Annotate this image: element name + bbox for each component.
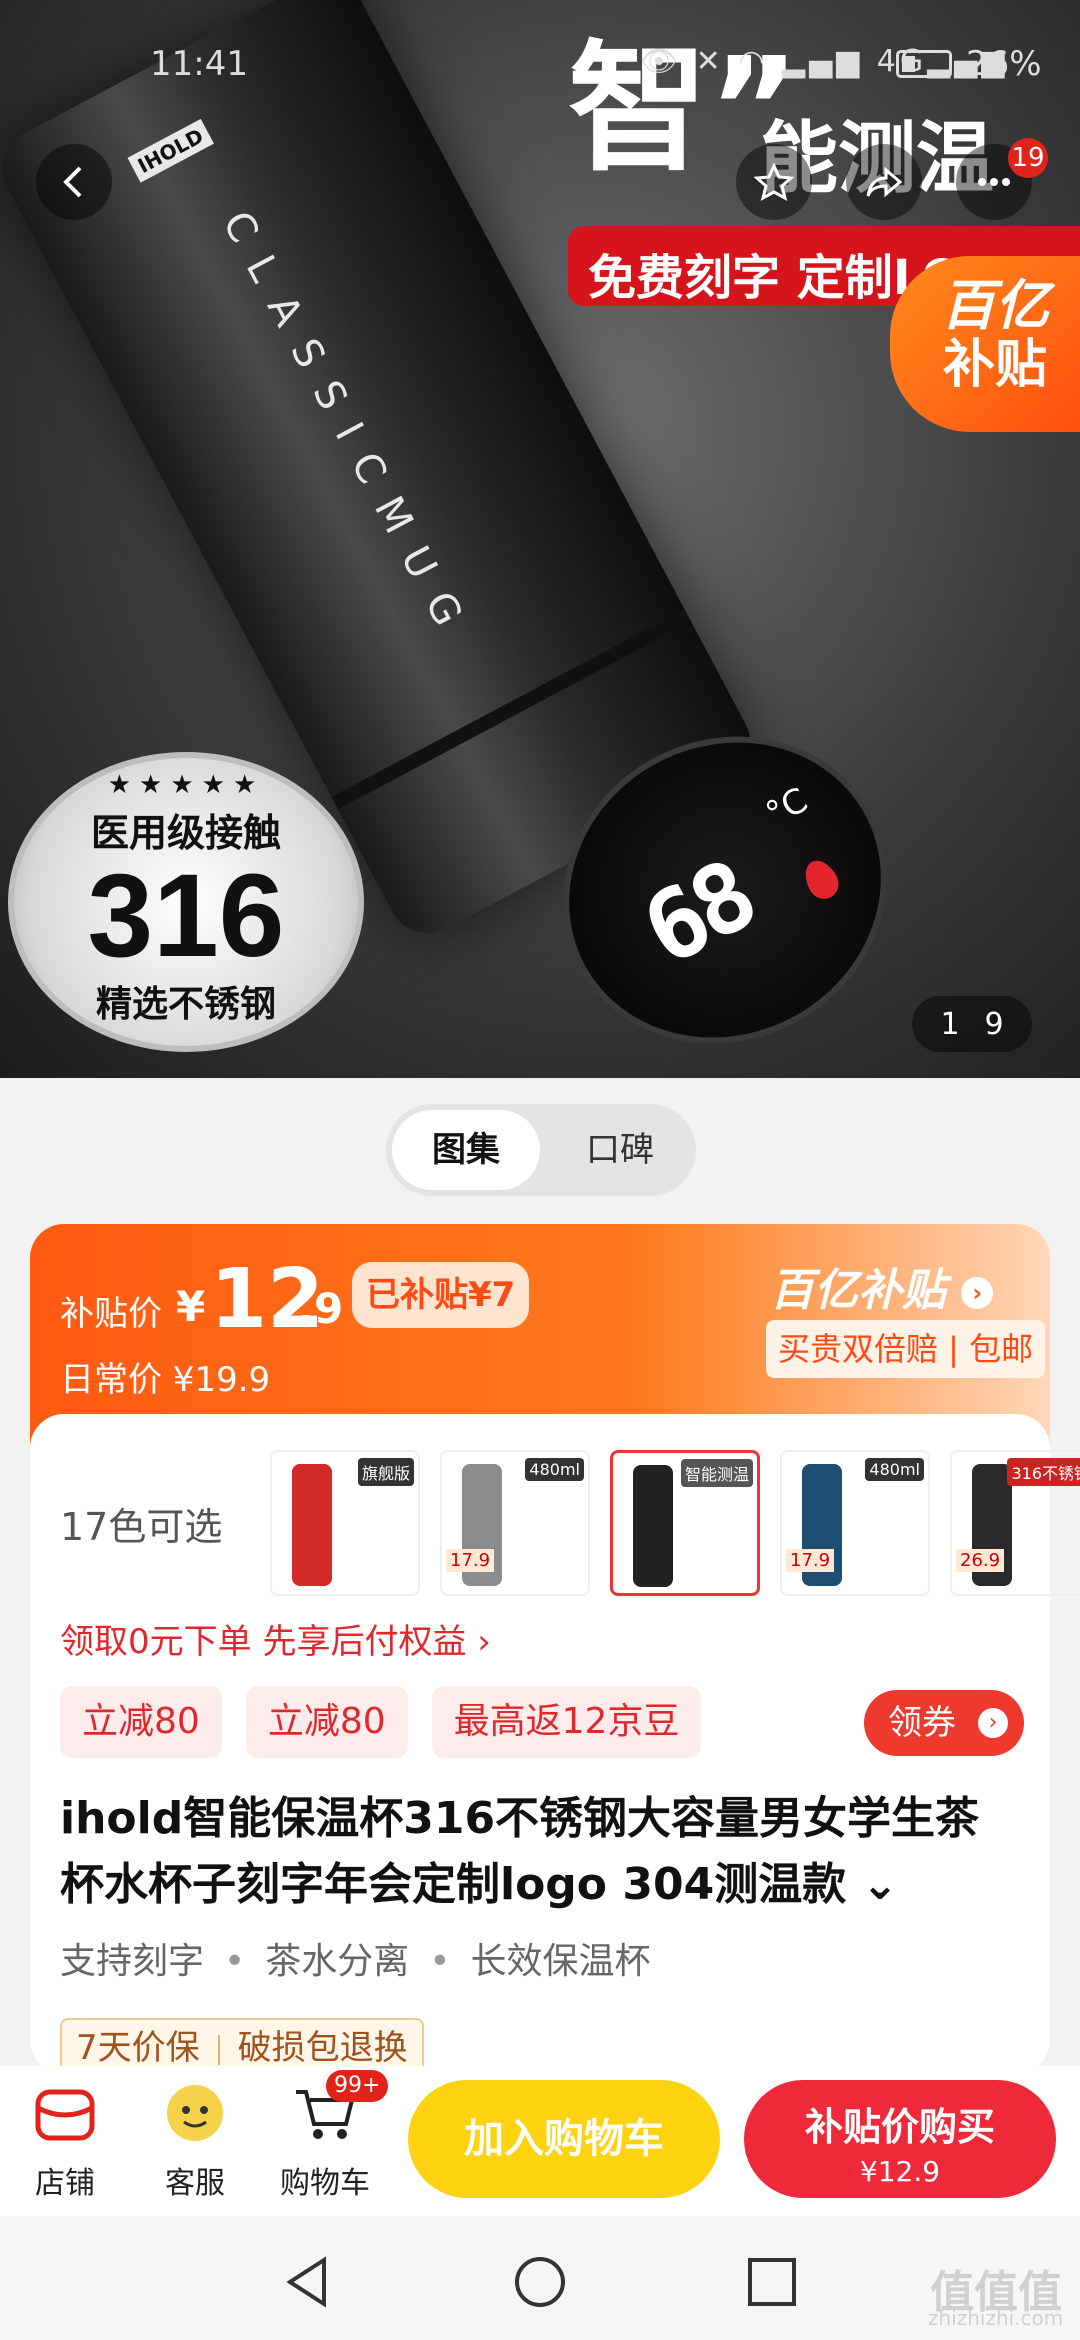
buy-label: 补贴价购买 xyxy=(804,2105,995,2149)
share-icon xyxy=(866,166,903,198)
badge-line1: 医用级接触 xyxy=(90,811,281,855)
variant-price: 17.9 xyxy=(786,1549,835,1572)
subsidy-tag: 已补贴¥7 xyxy=(352,1262,530,1328)
back-button[interactable] xyxy=(36,144,112,220)
service-item: 7天价保 xyxy=(76,2028,200,2068)
system-nav-bar xyxy=(0,2216,1080,2340)
pager-total: 9 xyxy=(984,1006,1004,1042)
status-time: 11:41 xyxy=(150,44,248,84)
tab-reviews[interactable]: 口碑 xyxy=(552,1110,688,1190)
yi-subsidy-badge: 百亿 补贴 xyxy=(890,256,1080,432)
yi-badge-line1: 百亿 xyxy=(941,274,1049,337)
variant-count-label[interactable]: 17色可选 xyxy=(60,1496,222,1551)
favorite-button[interactable] xyxy=(736,144,812,220)
red-drop-icon xyxy=(798,854,844,905)
chevron-right-icon: › xyxy=(978,1708,1008,1738)
more-dots-icon xyxy=(978,178,1010,186)
variant-tag: 480ml xyxy=(525,1458,584,1481)
variant-tag: 旗舰版 xyxy=(357,1458,414,1486)
variant-thumb[interactable]: 480ml 17.9 xyxy=(440,1450,590,1596)
bottom-action-bar: 店铺 客服 99+ 购物车 加入购物车 补贴价购买 ¥12.9 xyxy=(0,2066,1080,2216)
feature-item: 茶水分离 xyxy=(265,1941,410,1982)
customer-service-label: 客服 xyxy=(165,2166,225,2201)
service-item: 破损包退换 xyxy=(237,2028,408,2068)
media-tabs: 图集 口碑 xyxy=(386,1104,696,1196)
get-coupon-button[interactable]: 领券 › xyxy=(864,1690,1024,1756)
shop-label: 店铺 xyxy=(35,2166,95,2201)
badge-stars: ★★★★★ xyxy=(107,770,265,800)
variant-thumb[interactable]: 480ml 17.9 xyxy=(780,1450,930,1596)
yi-subsidy-title: 百亿补贴 xyxy=(770,1265,946,1316)
status-icons: 👁 ✕ ◠ ▂▄▆ 4G▂▄▆ xyxy=(640,44,1009,79)
battery-percent: 26% xyxy=(966,44,1042,84)
feature-item: 支持刻字 xyxy=(60,1941,205,1982)
feature-item: 长效保温杯 xyxy=(470,1941,651,1982)
coupon-tag[interactable]: 立减80 xyxy=(60,1686,222,1758)
price-decimal: .9 xyxy=(298,1284,344,1333)
customer-service-icon xyxy=(160,2078,230,2148)
buy-price: ¥12.9 xyxy=(859,2155,941,2188)
variant-tag: 480ml xyxy=(865,1458,924,1481)
image-pager: 1 9 xyxy=(912,996,1032,1052)
product-info-card: 17色可选 旗舰版 480ml 17.9 智能测温 480ml 17.9 316不锈… xyxy=(30,1414,1080,2078)
coupon-tag[interactable]: 最高返12京豆 xyxy=(431,1686,702,1758)
product-image-carousel[interactable]: IHOLD CLASSICMUG 68 °C ★★★★★ 医用级接触 316 精… xyxy=(0,0,1080,1078)
badge-number: 316 xyxy=(87,850,285,982)
cart-button[interactable]: 99+ 购物车 xyxy=(270,2070,389,2202)
guarantee-tag: 买贵双倍赔 | 包邮 xyxy=(766,1320,1046,1378)
customer-service-button[interactable]: 客服 xyxy=(140,2078,250,2202)
tab-gallery[interactable]: 图集 xyxy=(392,1110,540,1190)
battery-icon xyxy=(896,50,952,78)
variant-tag: 智能测温 xyxy=(680,1459,753,1487)
pay-later-link[interactable]: 领取0元下单 先享后付权益 › xyxy=(60,1614,491,1663)
coupon-tag[interactable]: 立减80 xyxy=(245,1686,408,1758)
variant-price: 17.9 xyxy=(446,1549,495,1572)
chevron-left-icon xyxy=(63,166,82,198)
variant-price: 26.9 xyxy=(956,1549,1005,1572)
feature-list: 支持刻字 • 茶水分离 • 长效保温杯 xyxy=(60,1941,651,1982)
daily-price: 日常价 ¥19.9 xyxy=(60,1360,271,1400)
pager-current: 1 xyxy=(940,1006,960,1042)
shop-button[interactable]: 店铺 xyxy=(10,2078,120,2202)
price-currency: ¥ xyxy=(176,1282,206,1331)
yi-subsidy-link[interactable]: 百亿补贴 › xyxy=(770,1254,994,1318)
notification-badge: 19 xyxy=(1008,138,1048,178)
variant-thumb-selected[interactable]: 智能测温 xyxy=(610,1450,760,1596)
share-button[interactable] xyxy=(846,144,922,220)
variant-tag: 316不锈钢 xyxy=(1007,1458,1080,1486)
status-bar: 11:41 👁 ✕ ◠ ▂▄▆ 4G▂▄▆ 26% xyxy=(0,40,1080,90)
get-coupon-label: 领券 xyxy=(888,1703,956,1743)
variant-thumbnails: 旗舰版 480ml 17.9 智能测温 480ml 17.9 316不锈钢 26.9 xyxy=(270,1450,1080,1596)
watermark-url: zhizhizhi.com xyxy=(928,2306,1064,2330)
display-temp: 68 xyxy=(625,839,770,988)
cart-badge: 99+ xyxy=(326,2070,389,2102)
cart-label: 购物车 xyxy=(280,2166,370,2201)
yi-badge-line2: 补贴 xyxy=(942,335,1047,395)
product-title[interactable]: ihold智能保温杯316不锈钢大容量男女学生茶杯水杯子刻字年会定制logo 3… xyxy=(60,1786,1020,1918)
variant-thumb[interactable]: 旗舰版 xyxy=(270,1450,420,1596)
shop-icon xyxy=(30,2078,100,2148)
material-badge: ★★★★★ 医用级接触 316 精选不锈钢 xyxy=(8,752,364,1052)
display-unit: °C xyxy=(759,780,815,835)
badge-line2: 精选不锈钢 xyxy=(95,984,276,1025)
add-to-cart-button[interactable]: 加入购物车 xyxy=(408,2080,720,2198)
buy-now-button[interactable]: 补贴价购买 ¥12.9 xyxy=(744,2080,1056,2198)
star-icon xyxy=(754,162,794,201)
nav-back-icon[interactable] xyxy=(280,2254,336,2310)
nav-recents-icon[interactable] xyxy=(744,2254,800,2310)
price-label: 补贴价 xyxy=(60,1294,162,1334)
nav-home-icon[interactable] xyxy=(512,2254,568,2310)
variant-thumb[interactable]: 316不锈钢 26.9 xyxy=(950,1450,1080,1596)
coupon-row: 立减80 立减80 最高返12京豆 xyxy=(60,1686,702,1758)
cart-icon: 99+ xyxy=(290,2070,389,2148)
chevron-right-icon: › xyxy=(961,1277,994,1309)
